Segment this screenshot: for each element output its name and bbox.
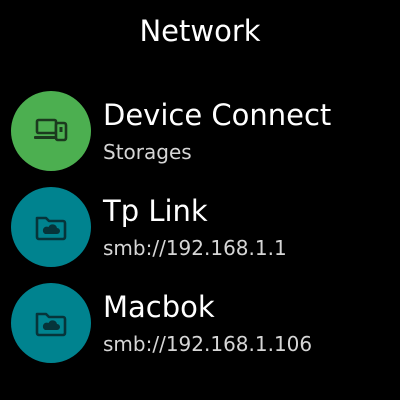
item-subtitle: Storages: [103, 140, 192, 164]
network-list: Device Connect Storages Tp Link smb://19…: [0, 0, 400, 400]
list-item-tp-link[interactable]: Tp Link smb://192.168.1.1: [0, 182, 400, 278]
device-connect-icon-circle: [11, 91, 91, 171]
item-label: Device Connect: [103, 98, 332, 132]
item-subtitle: smb://192.168.1.106: [103, 332, 313, 356]
tp-link-icon-circle: [11, 187, 91, 267]
item-label: Macbok: [103, 290, 215, 324]
list-item-macbok[interactable]: Macbok smb://192.168.1.106: [0, 278, 400, 374]
cloud-folder-icon: [31, 207, 71, 247]
item-label: Tp Link: [103, 194, 208, 228]
list-item-device-connect[interactable]: Device Connect Storages: [0, 86, 400, 182]
macbok-icon-circle: [11, 283, 91, 363]
item-subtitle: smb://192.168.1.1: [103, 236, 287, 260]
cloud-folder-icon: [31, 303, 71, 343]
devices-icon: [31, 111, 71, 151]
